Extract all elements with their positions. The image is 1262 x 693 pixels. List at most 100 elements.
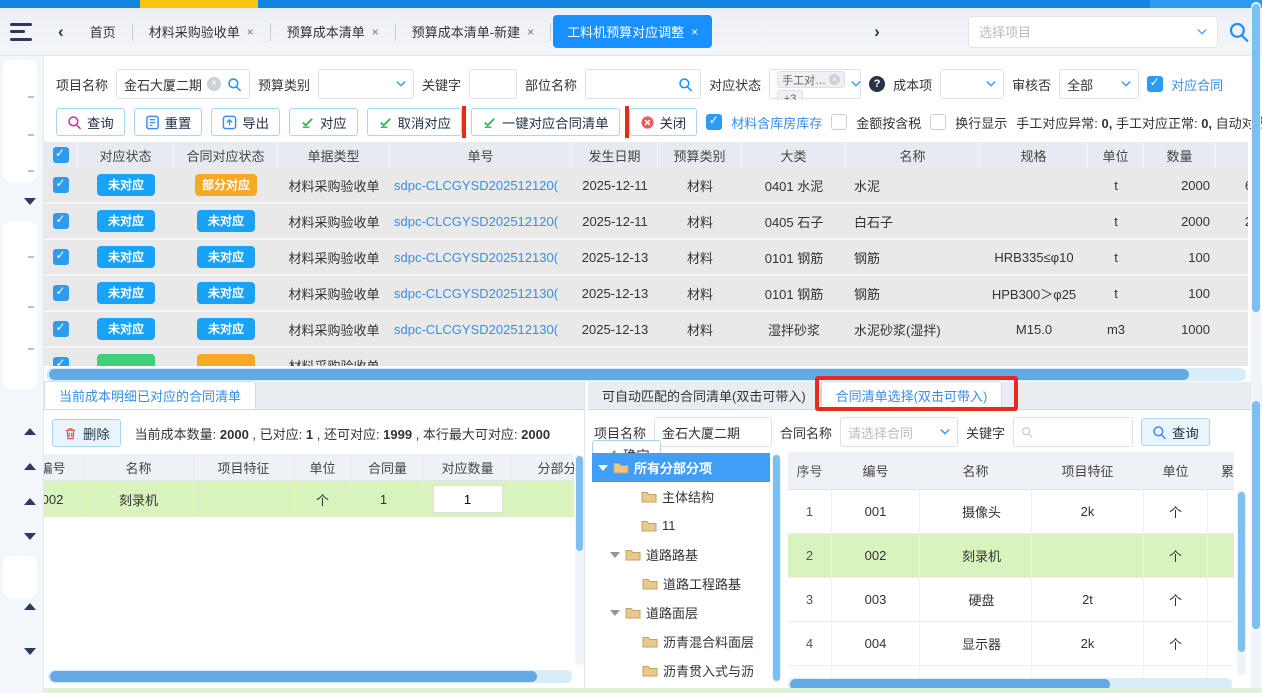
cost-item-select[interactable] [940, 69, 1004, 99]
close-icon[interactable]: × [372, 25, 379, 39]
vertical-scrollbar[interactable] [1237, 490, 1246, 675]
table-row[interactable]: 1 001 摄像头 2k 个 [788, 490, 1234, 534]
select-all-checkbox[interactable] [53, 147, 69, 163]
close-button[interactable]: 关闭 [629, 108, 698, 136]
amount-tax-checkbox[interactable] [831, 114, 847, 130]
position-name-input[interactable] [585, 69, 701, 99]
tab-contract-list-select[interactable]: 合同清单选择(双击可带入) [821, 381, 1003, 409]
tabs-scroll-right-icon[interactable]: › [864, 22, 890, 42]
project-select[interactable]: 选择项目 [968, 16, 1218, 48]
chevron-down-icon[interactable] [24, 533, 36, 540]
budget-type-select[interactable] [318, 69, 414, 99]
status-more-tag[interactable]: +3 [777, 90, 803, 100]
close-icon[interactable]: × [247, 25, 254, 39]
scrollbar-thumb[interactable] [1252, 401, 1260, 629]
scrollbar-thumb[interactable] [1238, 492, 1245, 652]
col-date[interactable]: 发生日期 [572, 142, 658, 168]
one-key-match-button[interactable]: 一键对应合同清单 [471, 108, 620, 136]
tab-matched-contract-list[interactable]: 当前成本明细已对应的合同清单 [44, 381, 256, 409]
project-name-input[interactable]: × [116, 69, 250, 99]
row-checkbox[interactable] [53, 357, 69, 366]
tree-node-main-structure[interactable]: 主体结构 [592, 482, 770, 511]
tree-node-all-sections[interactable]: 所有分部分项 [592, 453, 770, 482]
tab-home[interactable]: 首页 [76, 15, 130, 48]
query-button[interactable]: 查询 [1141, 418, 1210, 446]
horizontal-scrollbar[interactable] [48, 670, 572, 683]
table-row-partial[interactable]: 材料采购验收单 [44, 348, 1248, 366]
tree-node-asphalt-mix-surface[interactable]: 沥青混合料面层 [592, 627, 770, 656]
reset-button[interactable]: 重置 [134, 108, 203, 136]
chevron-up-icon[interactable] [24, 498, 36, 505]
close-icon[interactable]: × [691, 25, 698, 39]
doc-no-link[interactable]: sdpc-CLCGYSD202512130( [394, 250, 558, 265]
tree-caret-icon[interactable] [610, 610, 620, 616]
tree-node-11[interactable]: 11 [592, 511, 770, 540]
help-icon[interactable]: ? [869, 76, 885, 92]
close-icon[interactable]: × [527, 25, 534, 39]
vertical-scrollbar[interactable] [575, 454, 584, 665]
col-match-status[interactable]: 对应状态 [78, 142, 174, 168]
search-icon[interactable] [227, 77, 242, 92]
table-row[interactable]: 未对应 未对应 材料采购验收单 sdpc-CLCGYSD202512130( 2… [44, 276, 1248, 312]
match-status-multiselect[interactable]: 手工对…× +3 [769, 69, 861, 99]
contract-match-checkbox[interactable] [1147, 76, 1163, 92]
project-name-value[interactable] [124, 77, 201, 92]
doc-no-link[interactable]: sdpc-CLCGYSD202512130( [394, 322, 558, 337]
table-row[interactable]: 未对应 未对应 材料采购验收单 sdpc-CLCGYSD202512130( 2… [44, 240, 1248, 276]
table-row[interactable]: 002 刻录机 个 1 [44, 481, 574, 517]
col-doc-no[interactable]: 单号 [390, 142, 572, 168]
remove-tag-icon[interactable]: × [829, 74, 840, 85]
collapsed-sidebar[interactable] [0, 56, 44, 693]
tree-node-road-surface[interactable]: 道路面层 [592, 598, 770, 627]
doc-no-link[interactable]: sdpc-CLCGYSD202512120( [394, 214, 558, 229]
status-tag[interactable]: 手工对…× [777, 71, 845, 88]
project-name-value[interactable] [662, 425, 764, 440]
tab-auto-match-list[interactable]: 可自动匹配的合同清单(双击可带入) [588, 381, 820, 409]
wrap-display-checkbox[interactable] [930, 114, 946, 130]
col-unit[interactable]: 单位 [1144, 452, 1208, 489]
tree-node-asphalt-penetration[interactable]: 沥青贯入式与沥 [592, 656, 770, 685]
tree-node-road-eng-subgrade[interactable]: 道路工程路基 [592, 569, 770, 598]
tab-budget-cost-list[interactable]: 预算成本清单× [273, 15, 393, 48]
chevron-down-icon[interactable] [24, 648, 36, 655]
col-name[interactable]: 名称 [846, 142, 980, 168]
doc-no-link[interactable]: sdpc-CLCGYSD202512120( [394, 178, 558, 193]
audit-select[interactable]: 全部 [1059, 69, 1139, 99]
export-button[interactable]: 导出 [211, 108, 280, 136]
keyword-value[interactable] [477, 77, 509, 92]
table-row[interactable]: 未对应 部分对应 材料采购验收单 sdpc-CLCGYSD202512120( … [44, 168, 1248, 204]
search-icon[interactable] [678, 77, 693, 92]
match-button[interactable]: 对应 [289, 108, 358, 136]
scrollbar-thumb[interactable] [49, 369, 1189, 380]
col-index[interactable]: 序号 [788, 452, 832, 489]
search-icon[interactable] [1228, 21, 1250, 43]
col-unit[interactable]: 单位 [294, 454, 352, 480]
col-budget[interactable]: 预算类别 [658, 142, 742, 168]
table-row[interactable]: 4 004 显示器 2k 个 [788, 622, 1234, 666]
chevron-up-icon[interactable] [24, 463, 36, 470]
material-stock-checkbox[interactable] [706, 114, 722, 130]
scrollbar-thumb[interactable] [773, 455, 780, 681]
table-row-selected[interactable]: 2 002 刻录机 个 [788, 534, 1234, 578]
table-row[interactable]: 3 003 硬盘 2t 个 [788, 578, 1234, 622]
chevron-up-icon[interactable] [24, 428, 36, 435]
page-vertical-scrollbar[interactable] [1251, 2, 1261, 691]
chevron-up-icon[interactable] [24, 603, 36, 610]
tree-caret-icon[interactable] [610, 552, 620, 558]
query-button[interactable]: 查询 [56, 108, 125, 136]
menu-collapse-icon[interactable] [10, 23, 36, 41]
table-row[interactable]: 未对应 未对应 材料采购验收单 sdpc-CLCGYSD202512120( 2… [44, 204, 1248, 240]
keyword-input[interactable] [469, 69, 517, 99]
chevron-down-icon[interactable] [24, 198, 36, 205]
keyword-input[interactable] [1013, 417, 1133, 447]
col-code[interactable]: 编号 [44, 454, 84, 480]
tab-material-receipt[interactable]: 材料采购验收单× [135, 15, 268, 48]
project-name-input[interactable] [654, 417, 772, 447]
position-name-value[interactable] [593, 77, 672, 92]
col-unit[interactable]: 单位 [1088, 142, 1144, 168]
col-feature[interactable]: 项目特征 [194, 454, 294, 480]
tab-budget-cost-new[interactable]: 预算成本清单-新建× [398, 15, 548, 48]
row-checkbox[interactable] [53, 177, 69, 193]
col-contract-status[interactable]: 合同对应状态 [174, 142, 278, 168]
row-checkbox[interactable] [53, 321, 69, 337]
